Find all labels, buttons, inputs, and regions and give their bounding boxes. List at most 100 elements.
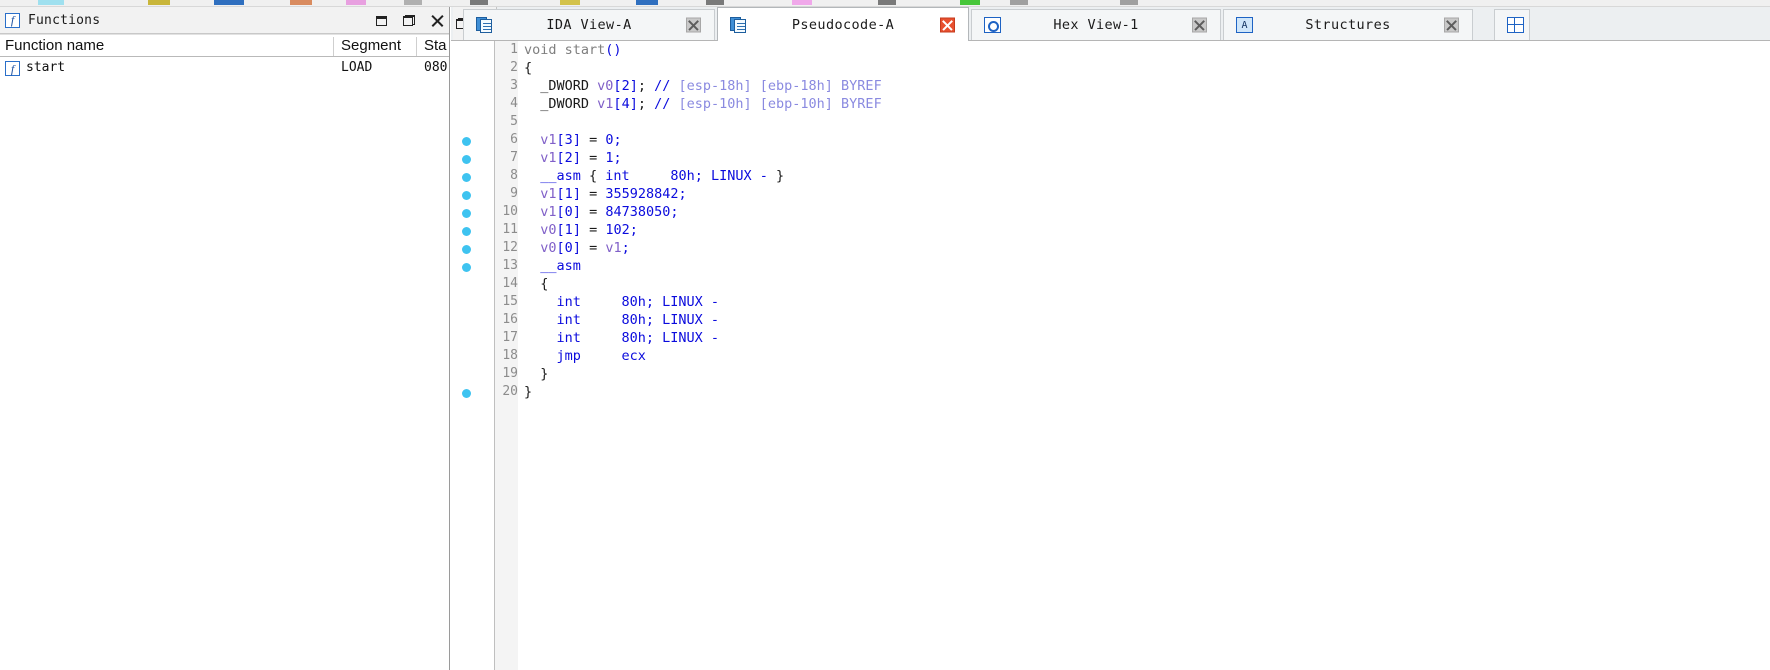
- code-text: {: [524, 60, 532, 76]
- line-number: 3: [510, 78, 518, 93]
- toolbar-button-sliver[interactable]: [792, 0, 812, 5]
- code-text: void start(): [524, 42, 622, 58]
- maximize-icon[interactable]: [374, 14, 388, 28]
- code-line[interactable]: 3 _DWORD v0[2]; // [esp-18h] [ebp-18h] B…: [451, 78, 1770, 96]
- code-line[interactable]: 19 }: [451, 366, 1770, 384]
- pseudocode-view[interactable]: 1 void start() 2{3 _DWORD v0[2]; // [esp-1…: [451, 41, 1770, 670]
- code-token: 84738050: [605, 204, 671, 220]
- toolbar-button-sliver[interactable]: [404, 0, 422, 5]
- breakpoint-dot-icon[interactable]: [462, 209, 471, 218]
- code-token: [: [556, 204, 565, 220]
- breakpoint-dot-icon[interactable]: [462, 263, 471, 272]
- code-token: __asm: [524, 258, 581, 274]
- code-line[interactable]: 8 __asm { int 80h; LINUX - }: [451, 168, 1770, 186]
- code-line[interactable]: 1 void start(): [451, 42, 1770, 60]
- code-line[interactable]: 13 __asm: [451, 258, 1770, 276]
- tab-enums[interactable]: [1494, 9, 1530, 40]
- code-token: ]: [629, 96, 638, 112]
- tab-close-icon[interactable]: [1444, 17, 1459, 33]
- column-divider[interactable]: [333, 37, 334, 56]
- toolbar-button-sliver[interactable]: [470, 0, 488, 5]
- code-token: v1: [540, 204, 557, 220]
- toolbar-button-sliver[interactable]: [878, 0, 896, 5]
- tab-label: IDA View-A: [546, 17, 632, 33]
- toolbar-button-sliver[interactable]: [148, 0, 170, 5]
- code-line[interactable]: 9 v1[1] = 355928842;: [451, 186, 1770, 204]
- function-list-row[interactable]: f start LOAD 080: [0, 58, 449, 79]
- toolbar-button-sliver[interactable]: [960, 0, 980, 5]
- functions-column-header: Function name Segment Sta: [0, 34, 449, 57]
- structures-icon: A: [1236, 17, 1253, 33]
- tab-close-icon[interactable]: [686, 17, 701, 33]
- tab-ida-view-a[interactable]: IDA View-A: [463, 9, 715, 40]
- toolbar-button-sliver[interactable]: [706, 0, 724, 5]
- code-line[interactable]: 14 {: [451, 276, 1770, 294]
- code-token: ]: [572, 186, 581, 202]
- column-header-sta[interactable]: Sta: [424, 37, 447, 54]
- tab-hex-view-1[interactable]: Hex View-1: [971, 9, 1221, 40]
- breakpoint-dot-icon[interactable]: [462, 137, 471, 146]
- tab-structures[interactable]: A Structures: [1223, 9, 1473, 40]
- line-number: 15: [502, 294, 518, 309]
- code-line[interactable]: 2{: [451, 60, 1770, 78]
- toolbar-button-sliver[interactable]: [1120, 0, 1138, 5]
- code-token: 1: [564, 222, 573, 238]
- toolbar-button-sliver[interactable]: [290, 0, 312, 5]
- code-token: _DWORD: [524, 96, 598, 112]
- code-token: 4: [621, 96, 630, 112]
- code-line[interactable]: 15 int 80h; LINUX -: [451, 294, 1770, 312]
- function-name-cell: start: [26, 60, 66, 75]
- column-header-function-name[interactable]: Function name: [5, 37, 104, 54]
- breakpoint-dot-icon[interactable]: [462, 227, 471, 236]
- breakpoint-dot-icon[interactable]: [462, 155, 471, 164]
- code-line[interactable]: 11 v0[1] = 102;: [451, 222, 1770, 240]
- code-token: 2: [621, 78, 630, 94]
- code-text: jmp ecx: [524, 348, 646, 364]
- column-divider[interactable]: [416, 37, 417, 56]
- code-token: (): [605, 42, 622, 58]
- breakpoint-dot-icon[interactable]: [462, 389, 471, 398]
- breakpoint-dot-icon[interactable]: [462, 191, 471, 200]
- code-line[interactable]: 5: [451, 114, 1770, 132]
- close-icon[interactable]: [430, 14, 444, 28]
- code-line[interactable]: 7 v1[2] = 1;: [451, 150, 1770, 168]
- breakpoint-dot-icon[interactable]: [462, 245, 471, 254]
- code-line[interactable]: 4 _DWORD v1[4]; // [esp-10h] [ebp-10h] B…: [451, 96, 1770, 114]
- breakpoint-dot-icon[interactable]: [462, 173, 471, 182]
- code-line[interactable]: 6 v1[3] = 0;: [451, 132, 1770, 150]
- code-line[interactable]: 18 jmp ecx: [451, 348, 1770, 366]
- tab-close-icon[interactable]: [940, 17, 955, 32]
- code-line[interactable]: 20}: [451, 384, 1770, 402]
- column-header-segment[interactable]: Segment: [341, 37, 401, 54]
- functions-panel-title: Functions: [28, 12, 101, 28]
- pseudocode-code-area[interactable]: 1 void start() 2{3 _DWORD v0[2]; // [esp-1…: [451, 41, 1770, 670]
- code-token: }: [767, 168, 785, 184]
- toolbar-button-sliver[interactable]: [560, 0, 580, 5]
- code-token: v1: [540, 150, 557, 166]
- restore-icon[interactable]: [402, 14, 416, 28]
- code-token: v0: [540, 222, 557, 238]
- tab-close-icon[interactable]: [1192, 17, 1207, 33]
- code-token: ;: [621, 240, 630, 256]
- code-line[interactable]: 17 int 80h; LINUX -: [451, 330, 1770, 348]
- code-text: v0[0] = v1;: [524, 240, 630, 256]
- functions-list: f start LOAD 080: [0, 58, 449, 670]
- toolbar-button-sliver[interactable]: [1010, 0, 1028, 5]
- code-line[interactable]: 10 v1[0] = 84738050;: [451, 204, 1770, 222]
- tab-pseudocode-a[interactable]: Pseudocode-A: [717, 7, 969, 41]
- code-line[interactable]: 16 int 80h; LINUX -: [451, 312, 1770, 330]
- code-token: 0: [564, 204, 573, 220]
- toolbar-button-sliver[interactable]: [346, 0, 366, 5]
- code-token: v1: [540, 132, 557, 148]
- toolbar-button-sliver[interactable]: [214, 0, 244, 5]
- code-token: ;: [670, 204, 679, 220]
- line-number: 12: [502, 240, 518, 255]
- code-token: int 80h; LINUX -: [605, 168, 768, 184]
- code-token: =: [580, 222, 606, 238]
- code-text: int 80h; LINUX -: [524, 294, 720, 310]
- code-line[interactable]: 12 v0[0] = v1;: [451, 240, 1770, 258]
- toolbar-button-sliver[interactable]: [38, 0, 64, 5]
- toolbar-button-sliver[interactable]: [636, 0, 658, 5]
- line-number: 19: [502, 366, 518, 381]
